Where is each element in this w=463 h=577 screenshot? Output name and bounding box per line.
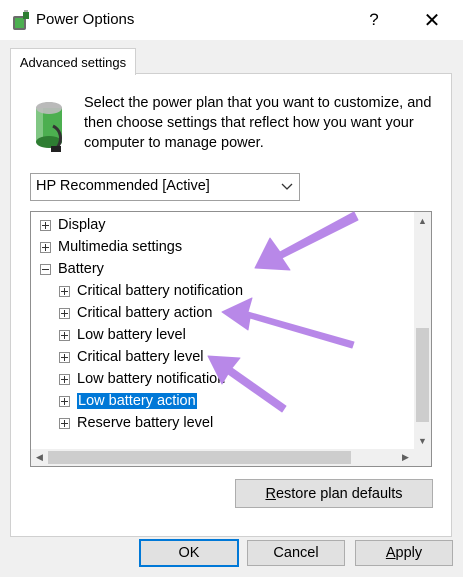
tree-item-label: Critical battery action [77,305,213,321]
horizontal-scroll-thumb[interactable] [48,451,351,464]
apply-label: pply [395,545,423,561]
scroll-right-icon[interactable]: ▶ [397,449,414,466]
battery-power-icon [36,102,62,152]
expand-icon[interactable] [59,285,70,297]
vertical-scrollbar[interactable]: ▲ ▼ [414,212,431,449]
power-options-icon [13,10,29,30]
power-plan-value: HP Recommended [Active] [36,178,210,194]
tree-item-label: Critical battery level [77,349,204,365]
tree-item-critical-battery-action[interactable]: Critical battery action [59,302,212,324]
apply-accelerator: A [385,545,396,561]
expand-icon[interactable] [59,373,70,385]
intro-text: Select the power plan that you want to c… [84,95,432,151]
window-title: Power Options [36,11,135,28]
horizontal-scrollbar[interactable]: ◀ ▶ [31,449,414,466]
tree-item-battery[interactable]: Battery [40,258,104,280]
tree-item-label: Reserve battery level [77,415,214,431]
expand-icon[interactable] [59,395,70,407]
restore-label: estore plan defaults [275,485,403,502]
close-button[interactable]: ✕ [412,6,452,34]
restore-accelerator: R [265,485,276,502]
tree-item-low-battery-notification[interactable]: Low battery notification [59,368,225,390]
tree-item-low-battery-action[interactable]: Low battery action [59,390,198,412]
tree-item-display[interactable]: Display [40,214,106,236]
tree-item-label: Low battery action [76,392,198,410]
tree-item-label: Battery [58,261,104,277]
expand-icon[interactable] [40,241,51,253]
tab-advanced-settings[interactable]: Advanced settings [10,48,136,75]
dialog-body: Advanced settings Select the power plan … [0,40,463,577]
expand-icon[interactable] [59,351,70,363]
restore-plan-defaults-button[interactable]: Restore plan defaults [235,479,433,508]
tree-item-reserve-battery-level[interactable]: Reserve battery level [59,412,213,434]
tab-panel: Select the power plan that you want to c… [10,73,452,537]
expand-icon[interactable] [59,417,70,429]
tree-item-label: Critical battery notification [77,283,244,299]
tree-item-label: Low battery level [77,327,186,343]
vertical-scroll-thumb[interactable] [416,328,429,422]
tree-item-label: Multimedia settings [58,239,183,255]
title-bar: Power Options ? ✕ [0,0,463,40]
expand-icon[interactable] [40,219,51,231]
chevron-down-icon [281,183,293,190]
collapse-icon[interactable] [40,263,51,275]
ok-button[interactable]: OK [139,539,239,567]
apply-button[interactable]: Apply [355,540,453,566]
scroll-down-icon[interactable]: ▼ [414,432,431,449]
help-button[interactable]: ? [354,6,394,34]
settings-tree[interactable]: Display Multimedia settings Battery Crit… [30,211,432,467]
tree-item-label: Display [58,217,106,233]
tree-item-multimedia-settings[interactable]: Multimedia settings [40,236,182,258]
scroll-corner [414,449,431,466]
tree-item-label: Low battery notification [77,371,226,387]
expand-icon[interactable] [59,307,70,319]
tree-item-low-battery-level[interactable]: Low battery level [59,324,186,346]
tree-item-critical-battery-notification[interactable]: Critical battery notification [59,280,243,302]
tree-item-critical-battery-level[interactable]: Critical battery level [59,346,204,368]
power-plan-select[interactable]: HP Recommended [Active] [30,173,300,201]
scroll-left-icon[interactable]: ◀ [31,449,48,466]
expand-icon[interactable] [59,329,70,341]
cancel-button[interactable]: Cancel [247,540,345,566]
scroll-up-icon[interactable]: ▲ [414,212,431,229]
